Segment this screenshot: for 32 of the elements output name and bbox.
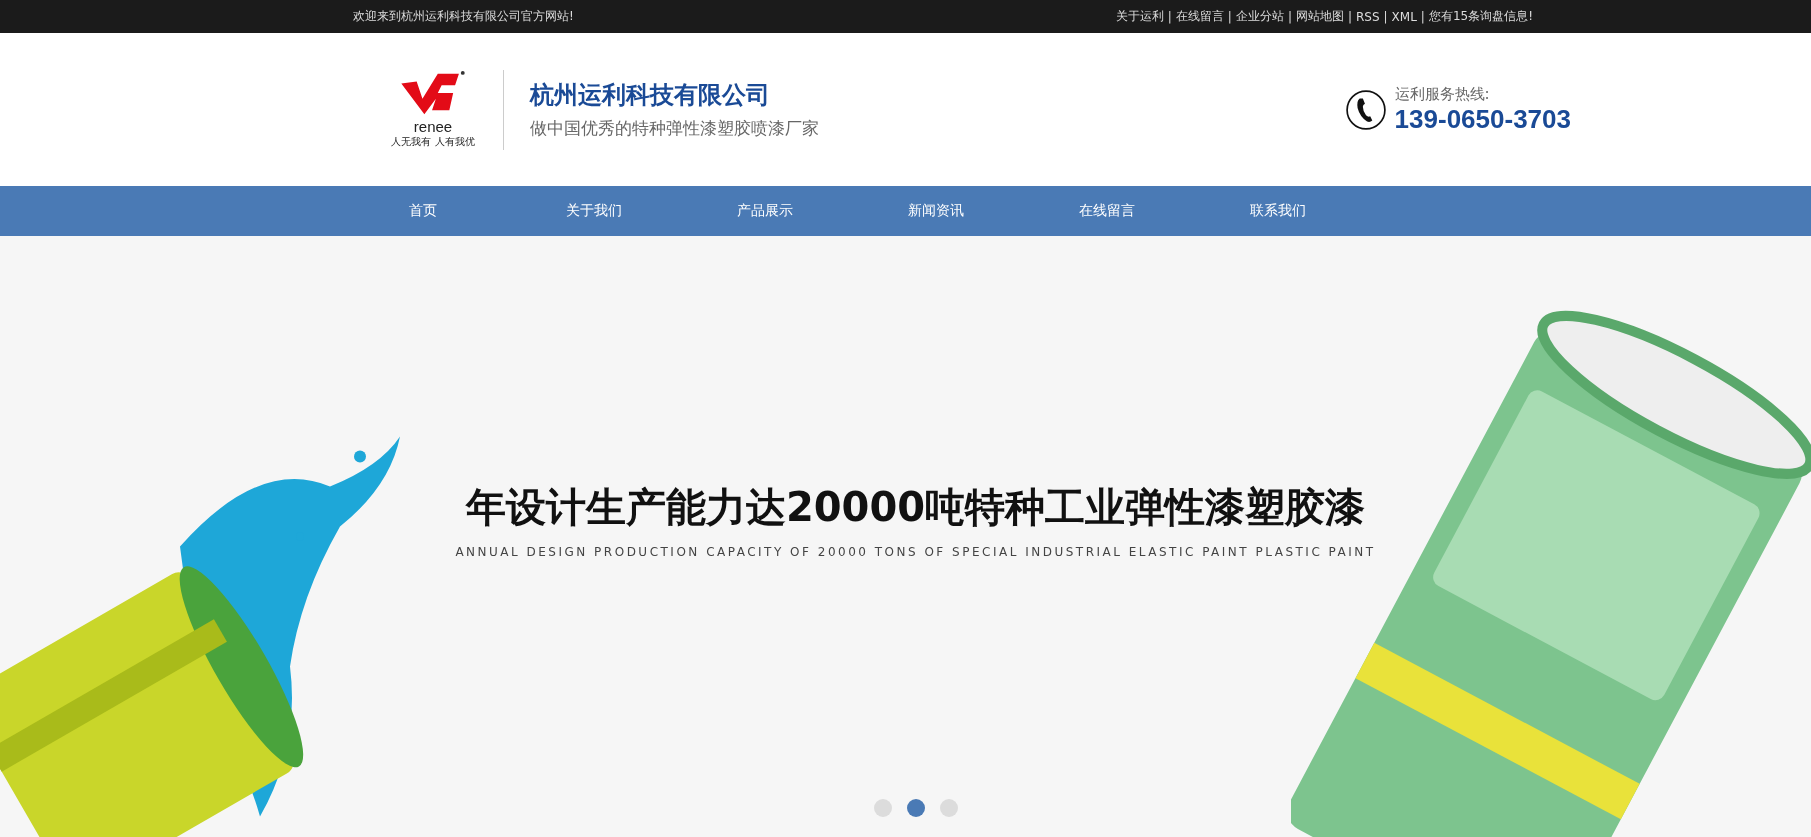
top-link[interactable]: 企业分站	[1235, 8, 1284, 25]
banner-headline: 年设计生产能力达20000吨特种工业弹性漆塑胶漆	[465, 483, 1366, 532]
nav-item[interactable]: 首页	[337, 186, 508, 236]
separator-text: |	[1383, 9, 1388, 24]
hotline-label: 运利服务热线:	[1394, 84, 1491, 104]
separator-text: |	[1287, 9, 1292, 24]
nav-item[interactable]: 新闻资讯	[850, 186, 1021, 236]
banner-subtitle: ANNUAL DESIGN PRODUCTION CAPACITY OF 20000 TONS OF SPECIAL INDUSTRIAL ELASTIC PAINT PLASTIC PAINT	[455, 545, 1376, 559]
separator-text: |	[1167, 9, 1172, 24]
top-link[interactable]: 网站地图	[1295, 8, 1344, 25]
top-link[interactable]: 关于运利	[1115, 8, 1164, 25]
hotline-number: 139-0650-3703	[1394, 103, 1571, 135]
slide-dot[interactable]	[939, 799, 958, 817]
top-link[interactable]: RSS	[1355, 9, 1380, 24]
separator-text: |	[1347, 9, 1352, 24]
separator-text: |	[1227, 9, 1232, 24]
slide-dot[interactable]	[873, 799, 892, 817]
welcome-text: 欢迎来到杭州运利科技有限公司官方网站!	[353, 8, 574, 25]
tagline-text: 做中国优秀的特种弹性漆塑胶喷漆厂家	[530, 117, 819, 140]
nav-item[interactable]: 关于我们	[508, 186, 679, 236]
company-name: 杭州运利科技有限公司	[530, 80, 771, 111]
top-link[interactable]: 您有15条询盘信息!	[1428, 8, 1533, 25]
separator-text: |	[1420, 9, 1425, 24]
top-link[interactable]: 在线留言	[1175, 8, 1224, 25]
logo-slogan: 人无我有 人有我优	[391, 135, 475, 149]
phone-icon	[1344, 88, 1387, 131]
slide-dot[interactable]	[906, 799, 925, 817]
top-link[interactable]: XML	[1391, 9, 1417, 24]
nav-item[interactable]: 在线留言	[1021, 186, 1192, 236]
nav-item[interactable]: 产品展示	[679, 186, 850, 236]
logo-wordmark: renee	[413, 118, 453, 135]
nav-item[interactable]: 联系我们	[1192, 186, 1363, 236]
